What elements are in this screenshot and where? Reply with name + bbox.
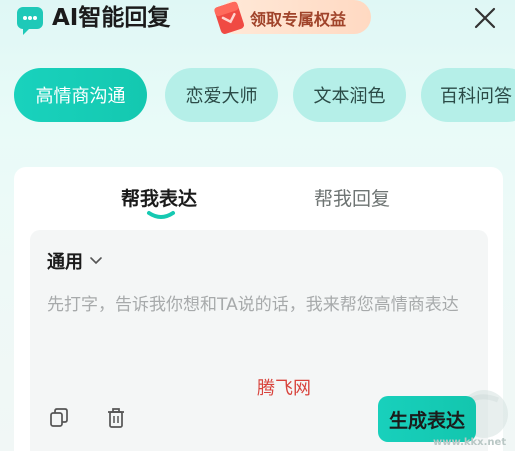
- chevron-down-icon: [90, 257, 102, 265]
- chip-encyclopedia-qa[interactable]: 百科问答: [421, 68, 515, 122]
- tab-help-express[interactable]: 帮我表达: [121, 184, 197, 211]
- trash-icon[interactable]: [106, 407, 126, 429]
- tab-active-indicator: [147, 211, 175, 219]
- page-title: AI智能回复: [52, 5, 171, 31]
- promo-label[interactable]: 领取专属权益: [250, 6, 346, 30]
- chip-text-polish[interactable]: 文本润色: [293, 68, 406, 122]
- chat-bubble-icon: [17, 7, 43, 35]
- watermark-text: 腾飞网: [257, 378, 311, 399]
- chip-high-eq-communication[interactable]: 高情商沟通: [14, 68, 147, 122]
- copy-icon[interactable]: [49, 407, 69, 429]
- mode-label: 通用: [47, 252, 83, 273]
- message-input-placeholder[interactable]: 先打字，告诉我你想和TA说的话，我来帮您高情商表达: [47, 291, 477, 319]
- mode-dropdown[interactable]: 通用: [47, 248, 103, 274]
- tab-help-reply[interactable]: 帮我回复: [314, 184, 390, 211]
- gift-icon: [214, 1, 245, 34]
- generate-button[interactable]: 生成表达: [378, 396, 476, 442]
- chip-love-master[interactable]: 恋爱大师: [165, 68, 278, 122]
- header: AI智能回复 领取专属权益: [0, 0, 515, 40]
- watermark-url: www.kkx.net: [433, 437, 507, 448]
- close-icon[interactable]: [472, 5, 498, 31]
